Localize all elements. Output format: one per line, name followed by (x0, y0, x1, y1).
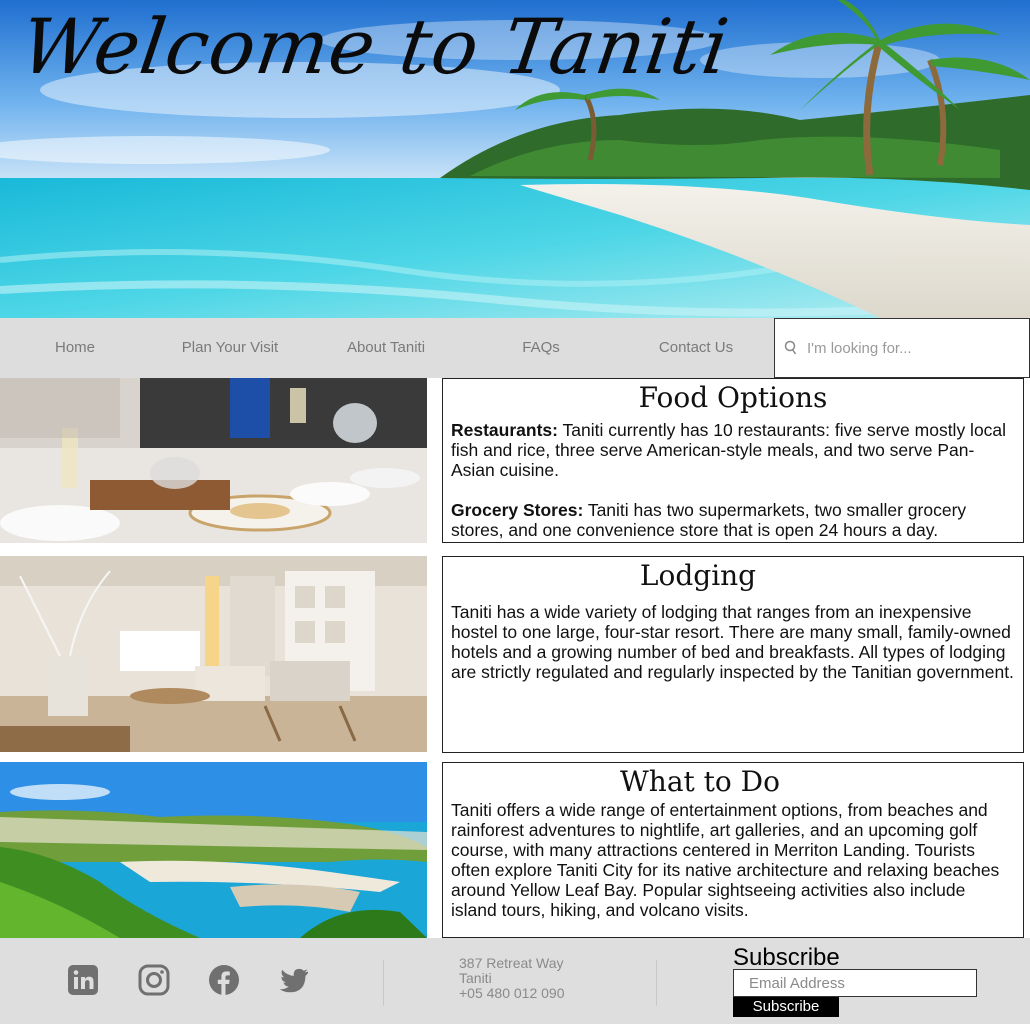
nav-plan-your-visit[interactable]: Plan Your Visit (155, 318, 305, 378)
what-to-do-text: Taniti offers a wide range of entertainm… (451, 800, 1000, 920)
grocery-label: Grocery Stores: (451, 500, 584, 520)
restaurants-paragraph: Restaurants: Taniti currently has 10 res… (443, 420, 1023, 480)
what-to-do-image (0, 762, 427, 938)
nav-contact-us[interactable]: Contact Us (621, 318, 771, 378)
what-to-do-card: What to Do Taniti offers a wide range of… (442, 762, 1024, 938)
lodging-image (0, 556, 427, 752)
footer: 387 Retreat Way Taniti +05 480 012 090 S… (0, 938, 1030, 1024)
nav-faqs[interactable]: FAQs (466, 318, 616, 378)
twitter-icon[interactable] (278, 964, 310, 996)
footer-divider (383, 960, 384, 1006)
search-box[interactable] (774, 318, 1030, 378)
lodging-text: Taniti has a wide variety of lodging tha… (451, 602, 1014, 682)
food-options-card: Food Options Restaurants: Taniti current… (442, 378, 1024, 543)
lodging-title: Lodging (639, 559, 757, 592)
address-street: 387 Retreat Way (459, 955, 564, 971)
address-city: Taniti (459, 970, 492, 986)
hero-banner: Welcome to Taniti (0, 0, 1030, 318)
grocery-paragraph: Grocery Stores: Taniti has two supermark… (443, 500, 1023, 540)
search-input[interactable] (807, 337, 1017, 359)
what-to-do-title: What to Do (620, 765, 780, 798)
subscribe-button[interactable]: Subscribe (733, 997, 839, 1017)
email-field[interactable] (733, 969, 977, 997)
subscribe-title: Subscribe (733, 944, 840, 971)
facebook-icon[interactable] (208, 964, 240, 996)
food-image (0, 378, 427, 543)
nav-home[interactable]: Home (0, 318, 150, 378)
address-block: 387 Retreat Way Taniti +05 480 012 090 (459, 956, 565, 1001)
food-options-title: Food Options (638, 381, 828, 414)
footer-divider (656, 960, 657, 1006)
restaurants-label: Restaurants: (451, 420, 558, 440)
hero-title: Welcome to Taniti (15, 2, 735, 91)
lodging-card: Lodging Taniti has a wide variety of lod… (442, 556, 1024, 753)
linkedin-icon[interactable] (67, 964, 99, 996)
instagram-icon[interactable] (138, 964, 170, 996)
nav-about-taniti[interactable]: About Taniti (311, 318, 461, 378)
search-icon (784, 340, 797, 355)
address-phone: +05 480 012 090 (459, 985, 565, 1001)
